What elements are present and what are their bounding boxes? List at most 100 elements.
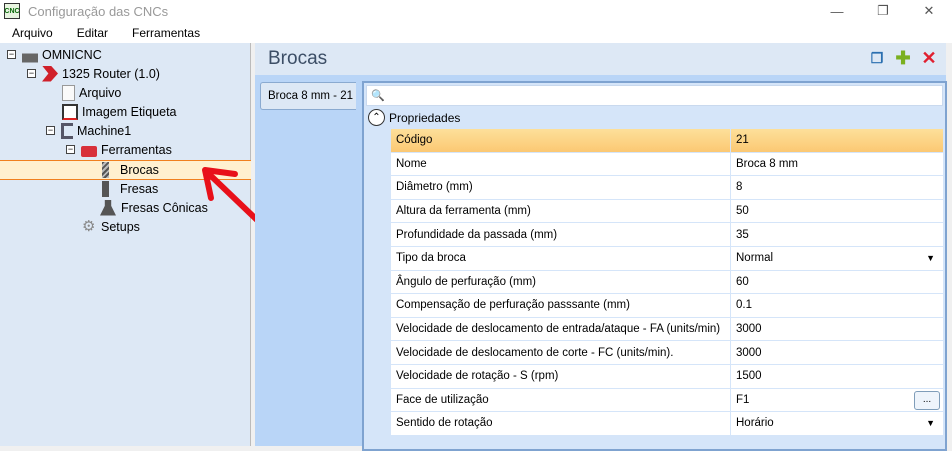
property-value-text: 50 [736, 205, 749, 218]
tree-node-ferramentas[interactable]: − Ferramentas [66, 140, 172, 159]
panel-title: Brocas [268, 48, 328, 69]
property-name: Velocidade de deslocamento de entrada/at… [391, 317, 731, 341]
property-row[interactable]: Código 21 [391, 129, 943, 153]
copy-icon[interactable]: ❐ [868, 49, 886, 67]
property-value[interactable]: Normal ▼ [731, 247, 943, 270]
collapse-icon[interactable]: − [27, 69, 36, 78]
property-name: Diâmetro (mm) [391, 176, 731, 199]
toolbox-icon [81, 145, 97, 157]
window-title: Configuração das CNCs [28, 3, 169, 19]
restore-button[interactable]: ❐ [860, 0, 906, 22]
machine-icon [61, 122, 73, 139]
tree-node-fresas[interactable]: Fresas [102, 179, 158, 198]
tree-node-imagem-etiqueta[interactable]: Imagem Etiqueta [62, 102, 177, 121]
property-name: Velocidade de deslocamento de corte - FC… [391, 341, 731, 364]
tree-node-setups[interactable]: ⚙ Setups [82, 217, 140, 236]
dropdown-arrow-icon[interactable]: ▼ [926, 418, 935, 428]
collapse-icon[interactable]: − [46, 126, 55, 135]
property-value[interactable]: 3000 [731, 318, 943, 341]
property-value[interactable]: F1... [731, 389, 943, 412]
menu-bar: Arquivo Editar Ferramentas [0, 22, 952, 43]
menu-editar[interactable]: Editar [65, 26, 120, 40]
property-value[interactable]: Broca 8 mm [731, 153, 943, 176]
property-value-text: Horário [736, 417, 774, 430]
property-value-text: Normal [736, 252, 774, 265]
property-name: Face de utilização [391, 388, 731, 412]
property-row[interactable]: Compensação de perfuração passsante (mm)… [391, 294, 943, 318]
property-name: Ângulo de perfuração (mm) [391, 270, 731, 294]
label-image-icon [62, 103, 78, 120]
property-row[interactable]: Profundidade da passada (mm) 35 [391, 223, 943, 247]
tree-node-fresas-conicas[interactable]: Fresas Cônicas [100, 198, 208, 217]
search-icon: 🔍 [371, 90, 385, 102]
collapse-icon[interactable]: − [66, 145, 75, 154]
property-row[interactable]: Velocidade de deslocamento de corte - FC… [391, 341, 943, 365]
property-row[interactable]: Altura da ferramenta (mm) 50 [391, 199, 943, 224]
property-row[interactable]: Tipo da broca Normal ▼ [391, 246, 943, 271]
tree-node-router[interactable]: −1325 Router (1.0) [27, 64, 160, 83]
property-row[interactable]: Sentido de rotação Horário ▼ [391, 412, 943, 436]
property-value[interactable]: 21 [731, 129, 943, 152]
property-name: Compensação de perfuração passsante (mm) [391, 294, 731, 317]
property-name: Sentido de rotação [391, 412, 731, 435]
property-value-text: 60 [736, 275, 749, 288]
property-value-text: F1 [736, 393, 750, 406]
tree-node-omnicnc[interactable]: − OMNICNC [7, 45, 102, 64]
drill-bit-icon [102, 161, 109, 178]
tree-node-brocas[interactable]: Brocas [102, 160, 159, 179]
ellipsis-button[interactable]: ... [914, 390, 940, 410]
property-grid: 🔍 ⌃ Propriedades Código 21 Nome Broca 8 mm Di… [362, 81, 947, 451]
dropdown-arrow-icon[interactable]: ▼ [926, 253, 935, 263]
property-row[interactable]: Velocidade de deslocamento de entrada/at… [391, 317, 943, 342]
property-value[interactable]: 3000 [731, 341, 943, 364]
property-value[interactable]: 0.1 [731, 294, 943, 317]
add-icon[interactable]: ✚ [894, 48, 912, 68]
conical-mill-icon [100, 199, 116, 216]
property-name: Altura da ferramenta (mm) [391, 199, 731, 223]
close-button[interactable]: ✕ [906, 0, 952, 22]
property-name: Tipo da broca [391, 246, 731, 270]
title-bar: CNC Configuração das CNCs — ❐ ✕ [0, 0, 952, 22]
property-name: Velocidade de rotação - S (rpm) [391, 364, 731, 388]
property-value-text: 3000 [736, 323, 762, 336]
menu-ferramentas[interactable]: Ferramentas [120, 26, 212, 40]
property-row[interactable]: Velocidade de rotação - S (rpm) 1500 [391, 364, 943, 389]
delete-icon[interactable]: ✕ [920, 48, 938, 68]
property-search-input[interactable]: 🔍 [366, 85, 943, 106]
gear-icon: ⚙ [82, 217, 96, 235]
tree-node-machine1[interactable]: − Machine1 [46, 121, 131, 140]
property-row[interactable]: Nome Broca 8 mm [391, 152, 943, 177]
property-value-text: 35 [736, 228, 749, 241]
tree-node-arquivo[interactable]: Arquivo [62, 83, 121, 102]
property-name: Código [391, 129, 731, 152]
property-value[interactable]: 8 [731, 176, 943, 199]
property-value-text: 1500 [736, 370, 762, 383]
minimize-button[interactable]: — [814, 0, 860, 22]
property-value[interactable]: 50 [731, 200, 943, 223]
property-name: Nome [391, 152, 731, 176]
property-value[interactable]: Horário ▼ [731, 412, 943, 435]
cnc-tree: − OMNICNC −1325 Router (1.0) Arquivo Imag… [0, 43, 251, 446]
factory-icon [22, 46, 38, 63]
property-row[interactable]: Diâmetro (mm) 8 [391, 176, 943, 200]
property-name: Profundidade da passada (mm) [391, 223, 731, 246]
property-value[interactable]: 60 [731, 271, 943, 294]
category-propriedades[interactable]: ⌃ Propriedades [366, 106, 943, 129]
mill-icon [102, 180, 109, 197]
app-icon: CNC [4, 3, 20, 19]
router-chevron-icon [42, 65, 58, 82]
property-value[interactable]: 1500 [731, 365, 943, 388]
collapse-icon[interactable]: − [7, 50, 16, 59]
property-value-text: 8 [736, 181, 743, 194]
property-value[interactable]: 35 [731, 223, 943, 246]
menu-arquivo[interactable]: Arquivo [0, 26, 65, 40]
property-row[interactable]: Ângulo de perfuração (mm) 60 [391, 270, 943, 295]
file-icon [62, 84, 75, 101]
collapse-chevron-icon[interactable]: ⌃ [368, 109, 385, 126]
brocas-panel: Brocas ❐ ✚ ✕ Broca 8 mm - 21 🔍 ⌃ Propried… [255, 43, 947, 451]
property-value-text: Broca 8 mm [736, 157, 798, 170]
tab-broca-8mm[interactable]: Broca 8 mm - 21 [260, 82, 356, 110]
property-value-text: 21 [736, 134, 749, 147]
property-row[interactable]: Face de utilização F1... [391, 388, 943, 413]
property-value-text: 3000 [736, 346, 762, 359]
